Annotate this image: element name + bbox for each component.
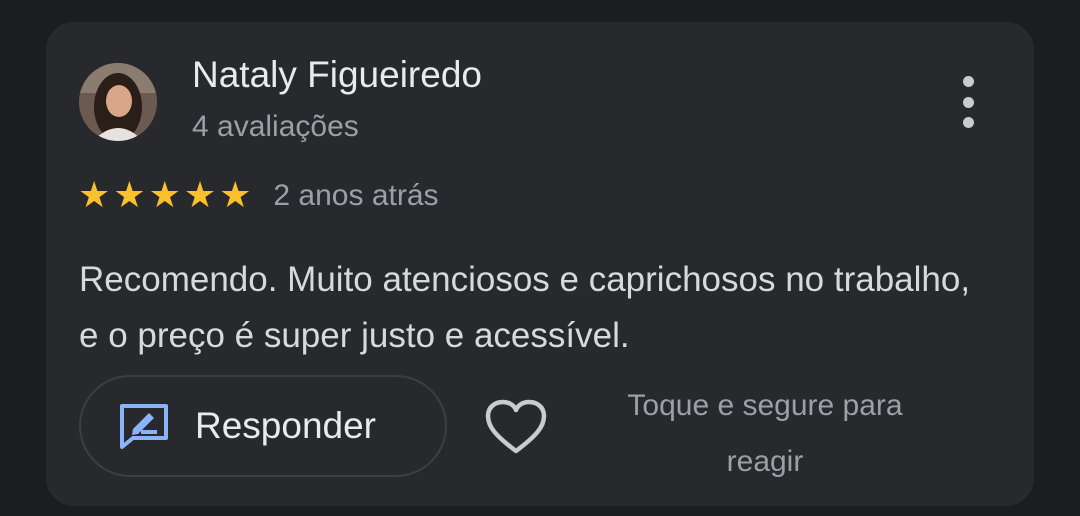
more-vertical-icon [962, 76, 974, 87]
star-icon: ★ [148, 175, 181, 216]
star-icon: ★ [183, 175, 217, 216]
review-date: 2 anos atrás [273, 179, 439, 212]
reply-button[interactable]: Responder [79, 375, 447, 477]
react-heart-button[interactable] [484, 398, 548, 456]
react-hint: Toque e segure para reagir [627, 389, 903, 478]
star-icon: ★ [219, 175, 252, 216]
review-card: Nataly Figueiredo 4 avaliações ★ ★ ★ ★ ★ 2 a… [46, 22, 1034, 506]
review-text: Recomendo. Muito atenciosos e caprichoso… [79, 260, 971, 355]
star-icon: ★ [113, 175, 146, 216]
star-rating: ★ ★ ★ ★ ★ [78, 178, 251, 214]
avatar-photo [79, 63, 157, 141]
more-vertical-icon-dot [962, 96, 974, 108]
author-review-count[interactable]: 4 avaliações [192, 110, 359, 144]
more-options-button[interactable] [949, 76, 987, 128]
reply-label: Responder [195, 405, 377, 446]
rating-row: ★ ★ ★ ★ ★ 2 anos atrás [78, 176, 439, 216]
author-avatar[interactable] [79, 63, 157, 141]
author-name[interactable]: Nataly Figueiredo [192, 54, 482, 96]
star-icon: ★ [78, 175, 111, 216]
heart-outline-icon [485, 399, 547, 454]
reply-edit-icon [120, 404, 168, 449]
more-vertical-icon-dot [962, 117, 974, 128]
